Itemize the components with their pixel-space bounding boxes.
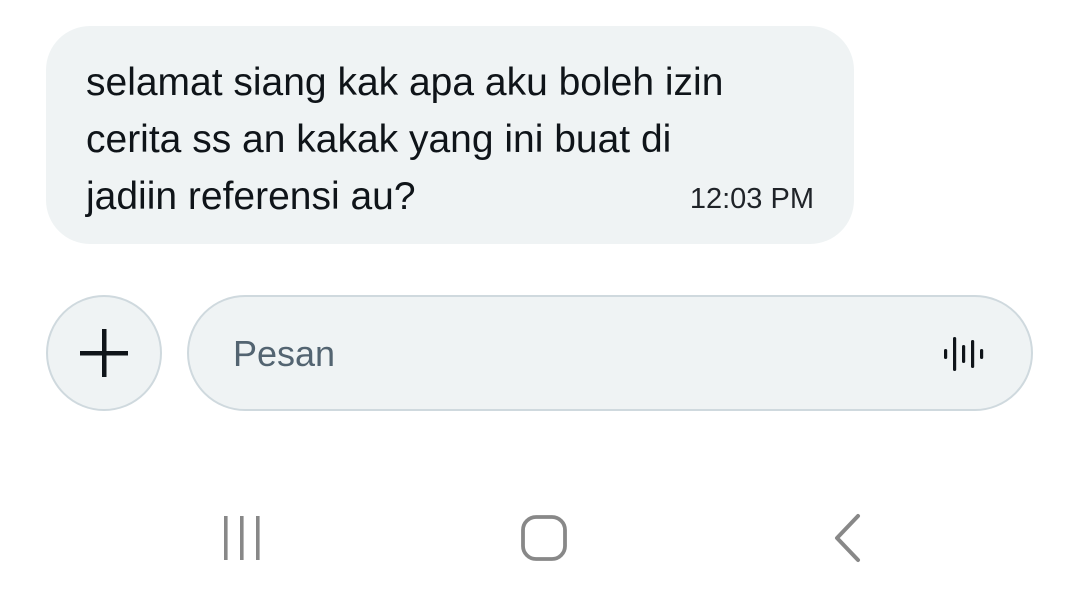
voice-message-button[interactable] bbox=[941, 333, 991, 375]
chat-screen: selamat siang kak apa aku boleh izin cer… bbox=[0, 0, 1080, 604]
plus-icon bbox=[80, 329, 128, 377]
recent-apps-button[interactable] bbox=[203, 508, 283, 568]
message-timestamp: 12:03 PM bbox=[689, 183, 814, 215]
message-input[interactable] bbox=[233, 327, 893, 381]
home-icon bbox=[521, 515, 567, 561]
system-navigation-bar bbox=[0, 480, 1080, 604]
message-composer[interactable] bbox=[187, 295, 1033, 411]
back-button[interactable] bbox=[808, 508, 888, 568]
recent-apps-icon bbox=[224, 516, 260, 560]
back-icon bbox=[835, 514, 860, 562]
add-attachment-button[interactable] bbox=[46, 295, 162, 411]
voice-waveform-icon bbox=[944, 337, 984, 371]
home-button[interactable] bbox=[504, 508, 584, 568]
message-bubble[interactable]: selamat siang kak apa aku boleh izin cer… bbox=[46, 26, 854, 244]
